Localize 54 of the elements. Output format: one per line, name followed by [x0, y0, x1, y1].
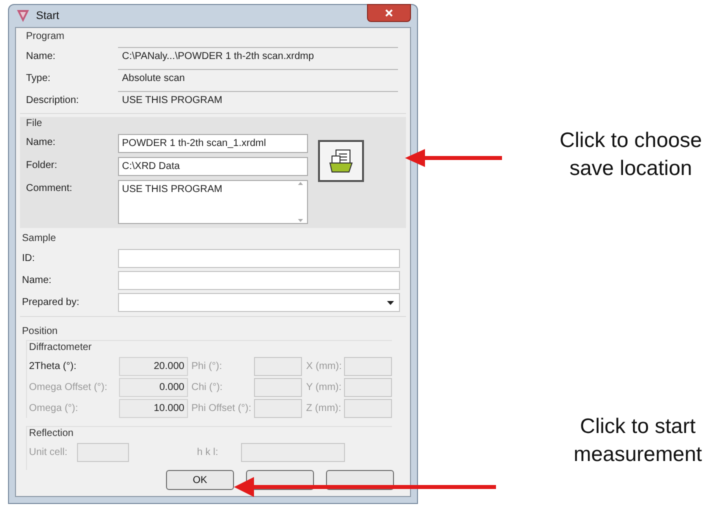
text-field[interactable]	[118, 271, 400, 290]
field-label: Y (mm):	[305, 380, 343, 394]
readonly-value: 0.000	[119, 378, 188, 396]
readonly-field	[344, 378, 392, 396]
folder-documents-icon	[328, 148, 354, 174]
comment-field[interactable]: USE THIS PROGRAM	[118, 180, 308, 224]
app-icon	[15, 8, 31, 24]
field-label: Folder:	[26, 159, 58, 173]
readonly-field	[254, 356, 302, 376]
scroll-up-icon[interactable]	[298, 182, 302, 185]
field-label: Omega (°):	[29, 402, 80, 416]
field-label: Name:	[22, 274, 52, 288]
text-field[interactable]: C:\XRD Data	[118, 157, 308, 176]
field-label: Z (mm):	[305, 402, 342, 416]
scroll-down-icon[interactable]	[298, 219, 302, 222]
field-label: Prepared by:	[22, 296, 80, 310]
readonly-field	[77, 443, 129, 462]
readonly-value: 20.000	[119, 356, 188, 376]
field-label: X (mm):	[305, 360, 343, 374]
dropdown-field[interactable]	[118, 293, 400, 312]
callout-text: Click to choose save location	[560, 128, 702, 182]
field-label: Type:	[26, 72, 52, 86]
text-field[interactable]: POWDER 1 th-2th scan_1.xrdml	[118, 134, 308, 153]
readonly-field	[254, 398, 302, 418]
text-field[interactable]	[118, 249, 400, 268]
group-title: Diffractometer	[29, 341, 93, 355]
dropdown-caret-icon	[387, 300, 394, 304]
readonly-field	[254, 378, 302, 396]
window-title: Start	[36, 8, 60, 24]
field-label: 2Theta (°):	[29, 360, 78, 374]
field-label: Phi Offset (°):	[190, 402, 252, 416]
readonly-field	[344, 356, 392, 376]
field-label: Phi (°):	[190, 360, 224, 374]
field-label: Comment:	[26, 182, 74, 196]
dialog-button[interactable]: OK	[166, 470, 234, 490]
close-icon	[385, 9, 393, 17]
browse-folder-button[interactable]	[318, 140, 364, 182]
group-title: Program	[26, 30, 66, 44]
field-label: Chi (°):	[190, 380, 224, 394]
group-title: Position	[22, 325, 59, 339]
close-button[interactable]	[367, 4, 411, 22]
field-label: ID:	[22, 252, 36, 266]
group-title: File	[26, 117, 44, 131]
field-label: h k l:	[197, 446, 220, 460]
readonly-field	[344, 398, 392, 418]
callout-text: Click to start measurement	[574, 414, 702, 468]
field-label: Name:	[26, 136, 56, 150]
group-title: Reflection	[29, 427, 74, 441]
field-label: Omega Offset (°):	[29, 380, 108, 394]
field-label: Description:	[26, 94, 80, 108]
field-label: Name:	[26, 50, 56, 64]
field-label: Unit cell:	[29, 446, 68, 460]
group-title: Sample	[22, 232, 57, 246]
readonly-value: 10.000	[119, 398, 188, 418]
